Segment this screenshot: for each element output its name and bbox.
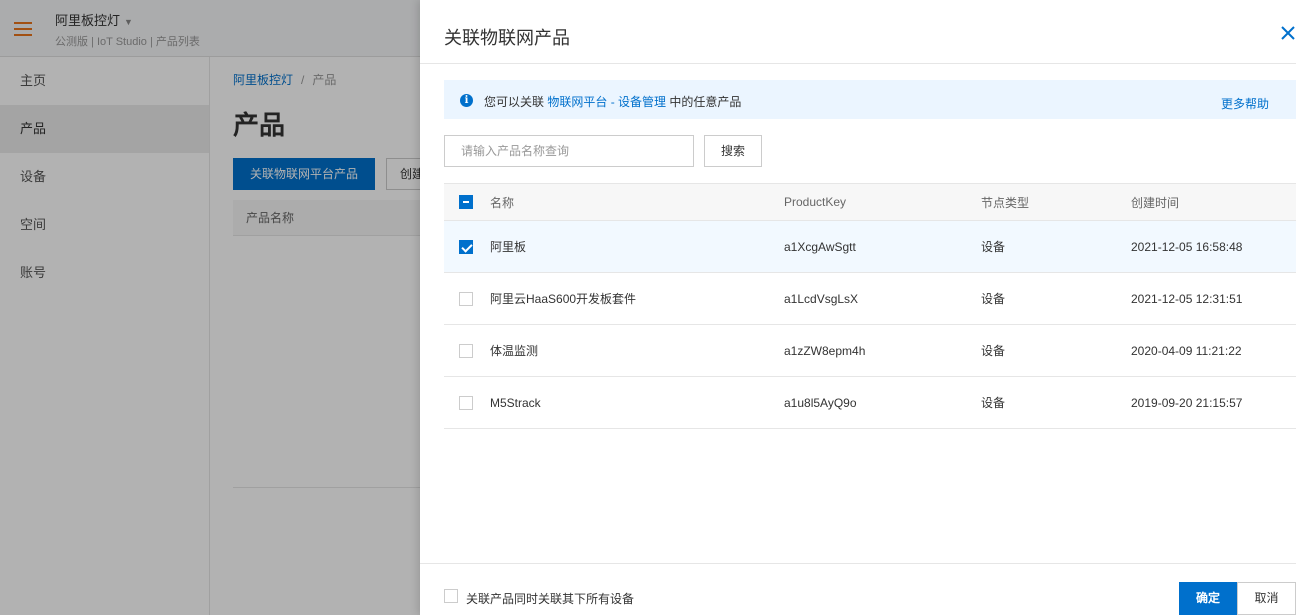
column-header-name: 名称: [490, 195, 515, 210]
table-row[interactable]: 阿里板 a1XcgAwSgtt 设备 2021-12-05 16:58:48: [444, 221, 1296, 273]
product-search-input[interactable]: [444, 135, 694, 167]
search-button[interactable]: 搜索: [704, 135, 762, 167]
confirm-button[interactable]: 确定: [1179, 582, 1237, 615]
created-time: 2020-04-09 11:21:22: [1131, 343, 1242, 358]
info-icon: i: [460, 94, 473, 107]
drawer-title: 关联物联网产品: [444, 28, 570, 48]
product-key: a1u8l5AyQ9o: [784, 395, 857, 410]
cancel-button[interactable]: 取消: [1237, 582, 1296, 615]
row-checkbox[interactable]: [459, 291, 473, 306]
product-name: 体温监测: [490, 344, 539, 358]
table-row[interactable]: 体温监测 a1zZW8epm4h 设备 2020-04-09 11:21:22: [444, 325, 1296, 377]
column-header-created: 创建时间: [1131, 195, 1180, 210]
select-all-checkbox[interactable]: [459, 195, 473, 209]
link-all-devices-checkbox[interactable]: [444, 589, 458, 603]
product-key: a1LcdVsgLsX: [784, 291, 859, 306]
node-type: 设备: [981, 396, 1006, 410]
node-type: 设备: [981, 292, 1006, 306]
divider: [420, 63, 1296, 64]
notice-text: 您可以关联 物联网平台 - 设备管理 中的任意产品: [484, 95, 742, 109]
table-row[interactable]: 阿里云HaaS600开发板套件 a1LcdVsgLsX 设备 2021-12-0…: [444, 273, 1296, 325]
product-name: 阿里板: [490, 240, 527, 254]
more-help-link[interactable]: 更多帮助: [1221, 95, 1269, 112]
close-icon[interactable]: [1280, 24, 1296, 42]
link-all-devices-label[interactable]: 关联产品同时关联其下所有设备: [466, 590, 634, 607]
row-checkbox[interactable]: [459, 239, 473, 254]
node-type: 设备: [981, 240, 1006, 254]
table-row[interactable]: M5Strack a1u8l5AyQ9o 设备 2019-09-20 21:15…: [444, 377, 1296, 429]
product-name: 阿里云HaaS600开发板套件: [490, 292, 637, 306]
product-key: a1XcgAwSgtt: [784, 239, 856, 254]
iot-platform-link[interactable]: 物联网平台 - 设备管理: [547, 95, 666, 109]
row-checkbox[interactable]: [459, 343, 473, 358]
divider: [420, 563, 1296, 564]
product-key: a1zZW8epm4h: [784, 343, 866, 358]
info-notice: i 您可以关联 物联网平台 - 设备管理 中的任意产品 更多帮助: [444, 80, 1296, 119]
created-time: 2019-09-20 21:15:57: [1131, 395, 1243, 410]
table-header: 名称 ProductKey 节点类型 创建时间: [444, 183, 1296, 221]
modal-overlay[interactable]: [0, 0, 420, 615]
link-product-drawer: 关联物联网产品 i 您可以关联 物联网平台 - 设备管理 中的任意产品 更多帮助…: [420, 0, 1296, 615]
created-time: 2021-12-05 16:58:48: [1131, 239, 1243, 254]
product-table: 名称 ProductKey 节点类型 创建时间 阿里板 a1XcgAwSgtt …: [444, 183, 1296, 429]
column-header-node-type: 节点类型: [981, 195, 1030, 210]
row-checkbox[interactable]: [459, 395, 473, 410]
node-type: 设备: [981, 344, 1006, 358]
created-time: 2021-12-05 12:31:51: [1131, 291, 1243, 306]
column-header-productkey: ProductKey: [784, 195, 847, 209]
product-name: M5Strack: [490, 395, 541, 410]
